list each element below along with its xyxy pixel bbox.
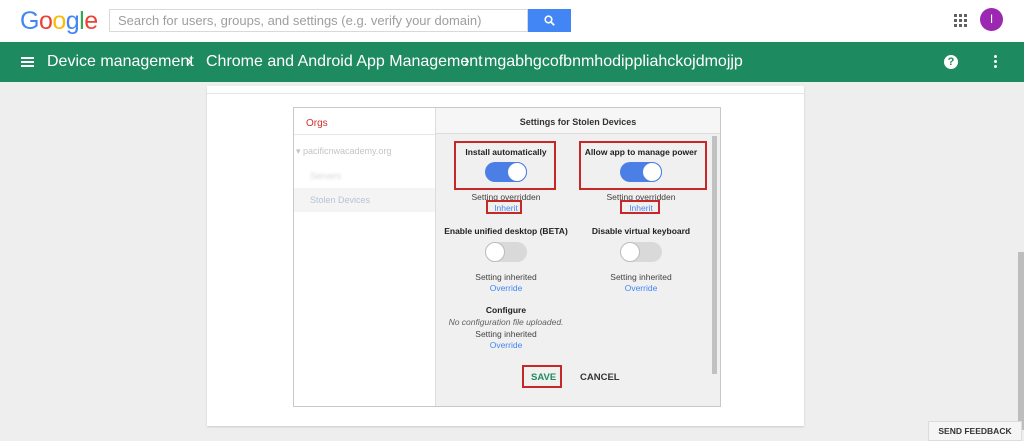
help-icon[interactable]: ?: [944, 55, 958, 69]
settings-header: Settings for Stolen Devices: [436, 108, 720, 134]
logo-letter: g: [65, 7, 80, 35]
configure-note: No configuration file uploaded.: [448, 317, 564, 327]
avatar[interactable]: I: [980, 8, 1003, 31]
breadcrumb-app-id: mgabhgcofbnmhodippliahckojdmojjp: [484, 53, 743, 70]
setting-status: Setting inherited: [610, 272, 672, 282]
breadcrumb-device-management[interactable]: Device management: [47, 52, 194, 72]
menu-icon[interactable]: [21, 57, 34, 67]
logo-letter: o: [38, 7, 53, 35]
settings-title: Settings for Stolen Devices: [519, 117, 637, 127]
org-tree: Orgs ▾ pacificnwacademy.org Servers Stol…: [294, 108, 436, 406]
logo-letter: o: [52, 7, 66, 35]
google-logo[interactable]: Google: [20, 7, 98, 36]
highlight-install-toggle: [454, 141, 556, 190]
setting-title: Disable virtual keyboard: [591, 226, 691, 236]
top-bar: Google Search for users, groups, and set…: [0, 0, 1024, 42]
breadcrumb-app-management[interactable]: Chrome and Android App Management: [206, 52, 483, 72]
breadcrumb-separator: ›: [464, 51, 470, 70]
search-button[interactable]: [528, 9, 571, 32]
page-scrollbar[interactable]: [1018, 252, 1024, 430]
org-item-root[interactable]: ▾ pacificnwacademy.org: [296, 146, 391, 157]
breadcrumb: Device management › Chrome and Android A…: [0, 42, 1024, 82]
logo-letter: e: [84, 7, 98, 35]
dialog-scrollbar[interactable]: [712, 136, 717, 374]
setting-status: Setting inherited: [475, 329, 537, 339]
highlight-power-toggle: [579, 141, 707, 190]
setting-status: Setting inherited: [475, 272, 537, 282]
highlight-inherit-2: [620, 200, 660, 214]
apps-grid-icon[interactable]: [954, 14, 967, 27]
virtual-keyboard-toggle[interactable]: [620, 242, 662, 262]
save-button[interactable]: SAVE: [531, 372, 556, 383]
highlight-inherit-1: [486, 200, 522, 214]
search-icon: [544, 15, 555, 26]
override-link[interactable]: Override: [571, 283, 711, 293]
send-feedback-button[interactable]: SEND FEEDBACK: [928, 421, 1022, 441]
more-vert-icon[interactable]: [994, 55, 997, 69]
virtual-keyboard-setting: Disable virtual keyboard Setting inherit…: [571, 226, 711, 293]
logo-letter: G: [20, 7, 39, 35]
unified-desktop-toggle[interactable]: [485, 242, 527, 262]
unified-desktop-setting: Enable unified desktop (BETA) Setting in…: [436, 226, 576, 293]
org-item-blurred[interactable]: Servers: [310, 171, 341, 181]
setting-title: Enable unified desktop (BETA): [444, 226, 568, 236]
search-input[interactable]: Search for users, groups, and settings (…: [109, 9, 528, 32]
org-item-stolen-devices[interactable]: Stolen Devices: [294, 188, 435, 212]
breadcrumb-separator: ›: [186, 51, 192, 70]
override-link[interactable]: Override: [436, 283, 576, 293]
orgs-label: Orgs: [306, 118, 328, 129]
setting-title: Configure: [485, 305, 527, 315]
org-item-label: Stolen Devices: [310, 195, 371, 205]
cancel-button[interactable]: CANCEL: [580, 372, 620, 383]
override-link[interactable]: Override: [436, 340, 576, 350]
configure-setting: Configure No configuration file uploaded…: [436, 305, 576, 350]
